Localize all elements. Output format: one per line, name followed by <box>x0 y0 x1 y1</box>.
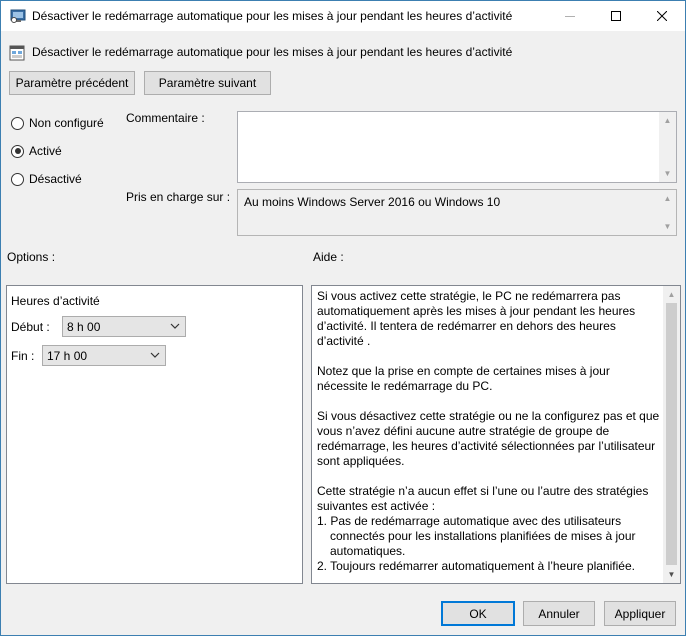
scroll-up-icon[interactable]: ▲ <box>663 286 680 303</box>
minimize-button[interactable] <box>547 1 593 31</box>
scroll-down-icon[interactable]: ▼ <box>659 165 676 182</box>
help-paragraph: Cette stratégie n’a aucun effet si l’une… <box>317 484 649 513</box>
radio-not-configured[interactable]: Non configuré <box>11 116 104 130</box>
end-label: Fin : <box>11 349 35 363</box>
chevron-down-icon <box>150 352 160 358</box>
start-label: Début : <box>11 320 50 334</box>
chevron-down-icon <box>170 323 180 329</box>
policy-setting-icon <box>9 45 25 61</box>
radio-indicator[interactable] <box>11 172 24 186</box>
end-time-select[interactable]: 17 h 00 <box>42 345 166 366</box>
help-panel: Si vous activez cette stratégie, le PC n… <box>311 285 681 584</box>
maximize-button[interactable] <box>593 1 639 31</box>
end-time-value: 17 h 00 <box>47 348 88 363</box>
help-text: Si vous activez cette stratégie, le PC n… <box>317 289 663 574</box>
scroll-down-icon[interactable]: ▼ <box>659 218 676 235</box>
comment-label: Commentaire : <box>126 111 205 125</box>
radio-label: Désactivé <box>29 172 82 186</box>
options-label: Options : <box>7 250 56 264</box>
ok-button[interactable]: OK <box>441 601 515 626</box>
scroll-up-icon[interactable]: ▲ <box>659 190 676 207</box>
help-scrollbar[interactable]: ▲ ▼ <box>663 286 680 583</box>
help-label: Aide : <box>313 250 344 264</box>
next-setting-button[interactable]: Paramètre suivant <box>144 71 271 95</box>
scroll-down-icon[interactable]: ▼ <box>663 566 680 583</box>
cancel-button[interactable]: Annuler <box>523 601 595 626</box>
help-list-item: 2. Toujours redémarrer automatiquement à… <box>317 559 635 573</box>
supported-box: Au moins Windows Server 2016 ou Windows … <box>237 189 677 236</box>
apply-button[interactable]: Appliquer <box>604 601 676 626</box>
supported-label: Pris en charge sur : <box>126 190 231 204</box>
help-paragraph: Si vous désactivez cette stratégie ou ne… <box>317 409 660 468</box>
active-hours-heading: Heures d’activité <box>11 294 100 308</box>
options-panel: Heures d’activité Début : 8 h 00 Fin : 1… <box>6 285 303 584</box>
previous-setting-button[interactable]: Paramètre précédent <box>9 71 135 95</box>
minimize-icon <box>565 16 575 17</box>
comment-scrollbar[interactable]: ▲ ▼ <box>659 112 676 182</box>
maximize-icon <box>611 11 621 21</box>
group-policy-icon <box>10 9 26 23</box>
dialog-window: Désactiver le redémarrage automatique po… <box>0 0 686 636</box>
scroll-up-icon[interactable]: ▲ <box>659 112 676 129</box>
help-paragraph: Si vous activez cette stratégie, le PC n… <box>317 289 636 348</box>
start-time-select[interactable]: 8 h 00 <box>62 316 186 337</box>
supported-scrollbar[interactable]: ▲ ▼ <box>659 190 676 235</box>
radio-indicator-checked[interactable] <box>11 144 24 158</box>
start-time-value: 8 h 00 <box>67 319 101 334</box>
scroll-thumb[interactable] <box>666 303 677 565</box>
radio-enabled[interactable]: Activé <box>11 144 62 158</box>
radio-label: Non configuré <box>29 116 104 130</box>
radio-disabled[interactable]: Désactivé <box>11 172 82 186</box>
help-paragraph: Notez que la prise en compte de certaine… <box>317 364 610 393</box>
window-title: Désactiver le redémarrage automatique po… <box>32 9 513 23</box>
radio-label: Activé <box>29 144 62 158</box>
title-bar[interactable]: Désactiver le redémarrage automatique po… <box>1 1 685 31</box>
radio-indicator[interactable] <box>11 116 24 130</box>
supported-value: Au moins Windows Server 2016 ou Windows … <box>244 195 501 209</box>
help-list-item: 1. Pas de redémarrage automatique avec d… <box>317 514 636 558</box>
setting-title: Désactiver le redémarrage automatique po… <box>32 45 513 59</box>
close-button[interactable] <box>639 1 685 31</box>
comment-textarea[interactable]: ▲ ▼ <box>237 111 677 183</box>
close-icon <box>657 11 667 21</box>
